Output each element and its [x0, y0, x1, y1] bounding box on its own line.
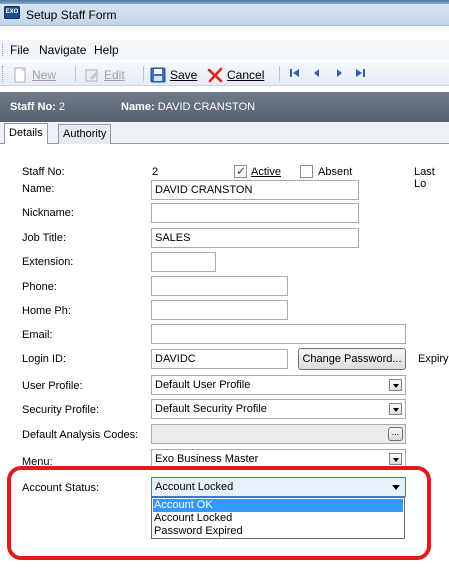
- header-name-label: Name:: [121, 101, 155, 113]
- account-status-dropdown: Account OK Account Locked Password Expir…: [151, 497, 405, 539]
- account-status-select[interactable]: Account Locked: [151, 477, 406, 497]
- extension-field[interactable]: [151, 252, 216, 272]
- menu-label: Menu:: [22, 456, 53, 468]
- security-profile-select[interactable]: Default Security Profile: [151, 399, 406, 419]
- save-button[interactable]: Save: [150, 67, 197, 83]
- change-password-button[interactable]: Change Password...: [298, 348, 406, 370]
- account-status-label: Account Status:: [22, 482, 100, 494]
- email-label: Email:: [22, 329, 53, 341]
- name-field[interactable]: DAVID CRANSTON: [151, 180, 359, 200]
- extension-label: Extension:: [22, 256, 74, 268]
- name-label: Name:: [22, 183, 55, 195]
- job-title-label: Job Title:: [22, 232, 67, 244]
- header-staff-no-value: 2: [58, 101, 66, 113]
- tab-details[interactable]: Details: [4, 123, 48, 145]
- active-checkbox[interactable]: [234, 164, 247, 178]
- default-analysis-codes-field[interactable]: ...: [151, 424, 406, 444]
- new-button[interactable]: New: [12, 67, 56, 83]
- email-field[interactable]: [151, 324, 406, 344]
- nickname-label: Nickname:: [22, 207, 74, 219]
- user-profile-value: Default User Profile: [155, 379, 251, 391]
- edit-icon: [85, 69, 99, 82]
- menu-value: Exo Business Master: [155, 453, 259, 465]
- menu-grip: [2, 43, 5, 56]
- job-title-field[interactable]: SALES: [151, 228, 359, 248]
- absent-checkbox[interactable]: [300, 165, 313, 178]
- menu-help[interactable]: Help: [94, 43, 119, 57]
- chevron-down-icon[interactable]: [389, 453, 402, 465]
- toolbar-separator: [143, 66, 144, 82]
- nickname-field[interactable]: [151, 203, 359, 223]
- save-button-label: Save: [170, 68, 198, 82]
- chevron-down-icon[interactable]: [389, 403, 402, 415]
- menu-navigate[interactable]: Navigate: [39, 43, 86, 57]
- toolbar-grip: [2, 66, 5, 82]
- app-icon: EXO: [4, 6, 20, 19]
- cancel-x-icon: [207, 67, 223, 83]
- header-staff-no-label: Staff No:: [10, 101, 56, 113]
- window-title: Setup Staff Form: [26, 8, 117, 22]
- tab-authority[interactable]: Authority: [58, 124, 112, 144]
- security-profile-label: Security Profile:: [22, 404, 100, 416]
- option-account-ok[interactable]: Account OK: [153, 499, 403, 512]
- expiry-label: Expiry:: [418, 353, 449, 365]
- previous-record-icon[interactable]: [311, 67, 323, 82]
- active-label: Active: [251, 166, 281, 178]
- option-account-locked[interactable]: Account Locked: [153, 512, 403, 525]
- login-id-label: Login ID:: [22, 353, 67, 365]
- user-profile-label: User Profile:: [22, 380, 83, 392]
- login-id-field[interactable]: DAVIDC: [151, 349, 288, 369]
- save-floppy-icon: [150, 67, 166, 83]
- cancel-button[interactable]: Cancel: [207, 67, 264, 83]
- next-record-icon[interactable]: [333, 67, 345, 82]
- cancel-button-label: Cancel: [227, 68, 265, 82]
- menu-file[interactable]: File: [10, 43, 29, 57]
- edit-button-label: Edit: [104, 68, 125, 82]
- phone-label: Phone:: [22, 281, 57, 293]
- header-staff-no: Staff No: 2: [10, 101, 65, 113]
- header-name: Name: DAVID CRANSTON: [121, 101, 255, 113]
- chevron-down-icon[interactable]: [389, 379, 402, 391]
- edit-button[interactable]: Edit: [84, 67, 125, 83]
- new-button-label: New: [32, 68, 57, 82]
- account-status-value: Account Locked: [155, 481, 234, 493]
- absent-label: Absent: [318, 166, 353, 178]
- toolbar-separator: [75, 66, 76, 82]
- header-name-value: DAVID CRANSTON: [157, 101, 256, 113]
- chevron-down-icon[interactable]: [392, 485, 400, 490]
- new-document-icon: [14, 67, 26, 83]
- staff-no-label: Staff No:: [22, 166, 65, 178]
- user-profile-select[interactable]: Default User Profile: [151, 375, 406, 395]
- last-login-label: Last Lo: [414, 166, 435, 190]
- home-phone-field[interactable]: [151, 300, 288, 320]
- menu-select[interactable]: Exo Business Master: [151, 449, 406, 469]
- first-record-icon[interactable]: [289, 67, 301, 82]
- last-record-icon[interactable]: [354, 67, 366, 82]
- toolbar-separator: [279, 66, 280, 82]
- staff-no-value: 2: [152, 166, 159, 178]
- phone-field[interactable]: [151, 276, 288, 296]
- home-phone-label: Home Ph:: [22, 305, 71, 317]
- security-profile-value: Default Security Profile: [155, 403, 267, 415]
- default-analysis-codes-label: Default Analysis Codes:: [22, 429, 139, 441]
- option-password-expired[interactable]: Password Expired: [153, 525, 403, 538]
- analysis-codes-browse-button[interactable]: ...: [388, 427, 403, 441]
